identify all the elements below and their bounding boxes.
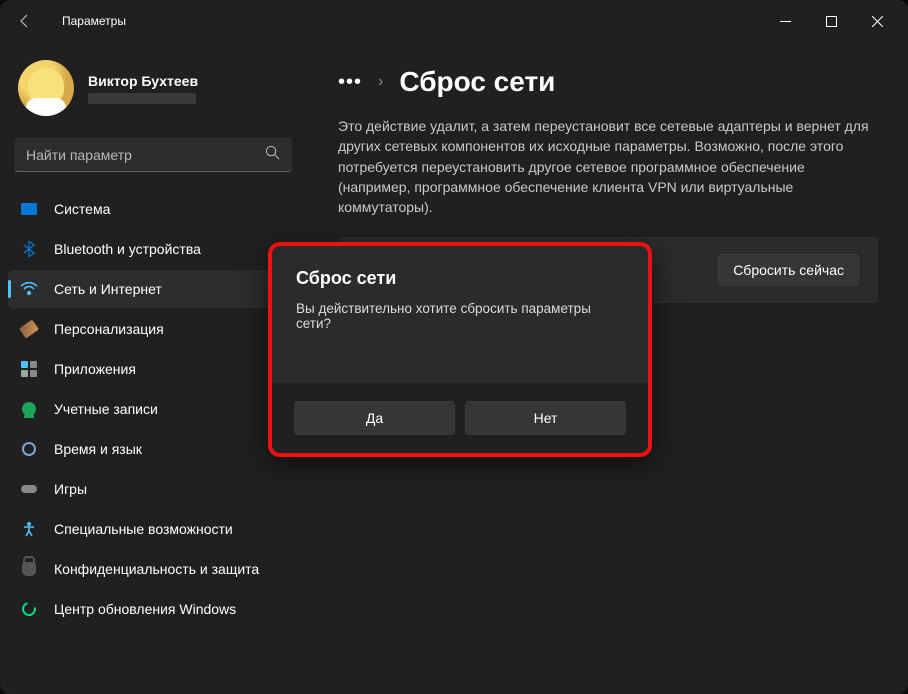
sidebar-item-bluetooth[interactable]: Bluetooth и устройства — [8, 230, 298, 268]
maximize-button[interactable] — [808, 4, 854, 38]
sidebar-item-label: Центр обновления Windows — [54, 601, 236, 617]
sidebar-item-label: Bluetooth и устройства — [54, 241, 201, 257]
sidebar-item-privacy[interactable]: Конфиденциальность и защита — [8, 550, 298, 588]
nav-list: Система Bluetooth и устройства Сеть и Ин… — [8, 190, 298, 628]
wifi-icon — [20, 280, 38, 298]
sidebar-item-label: Время и язык — [54, 441, 142, 457]
sidebar-item-time-language[interactable]: Время и язык — [8, 430, 298, 468]
search-box[interactable] — [14, 138, 292, 172]
sidebar-item-label: Персонализация — [54, 321, 164, 337]
window-title: Параметры — [62, 14, 126, 28]
sidebar-item-personalization[interactable]: Персонализация — [8, 310, 298, 348]
titlebar: Параметры — [0, 0, 908, 42]
sidebar-item-windows-update[interactable]: Центр обновления Windows — [8, 590, 298, 628]
page-description: Это действие удалит, а затем переустанов… — [338, 116, 878, 217]
brush-icon — [20, 320, 38, 338]
user-email — [88, 93, 196, 104]
bluetooth-icon — [20, 240, 38, 258]
accessibility-icon — [20, 520, 38, 538]
sidebar-item-label: Сеть и Интернет — [54, 281, 162, 297]
dialog-message: Вы действительно хотите сбросить парамет… — [296, 301, 624, 331]
dialog-no-button[interactable]: Нет — [465, 401, 626, 435]
sidebar: Виктор Бухтеев Система — [0, 42, 302, 694]
user-name: Виктор Бухтеев — [88, 73, 198, 89]
confirm-dialog: Сброс сети Вы действительно хотите сброс… — [268, 242, 652, 457]
sidebar-item-apps[interactable]: Приложения — [8, 350, 298, 388]
sidebar-item-accounts[interactable]: Учетные записи — [8, 390, 298, 428]
search-icon — [265, 145, 280, 165]
user-block[interactable]: Виктор Бухтеев — [8, 52, 298, 128]
system-icon — [20, 200, 38, 218]
accounts-icon — [20, 400, 38, 418]
sidebar-item-network[interactable]: Сеть и Интернет — [8, 270, 298, 308]
sidebar-item-label: Игры — [54, 481, 87, 497]
window-controls — [762, 4, 900, 38]
breadcrumb-ellipsis[interactable]: ••• — [338, 71, 362, 94]
sidebar-item-label: Конфиденциальность и защита — [54, 561, 259, 577]
clock-icon — [20, 440, 38, 458]
sidebar-item-gaming[interactable]: Игры — [8, 470, 298, 508]
reset-now-button[interactable]: Сбросить сейчас — [718, 254, 859, 286]
back-button[interactable] — [8, 4, 42, 38]
settings-window: Параметры Виктор Бухтеев — [0, 0, 908, 694]
close-button[interactable] — [854, 4, 900, 38]
breadcrumb: ••• › Сброс сети — [338, 66, 878, 98]
apps-icon — [20, 360, 38, 378]
sidebar-item-label: Система — [54, 201, 110, 217]
sidebar-item-system[interactable]: Система — [8, 190, 298, 228]
dialog-yes-button[interactable]: Да — [294, 401, 455, 435]
dialog-title: Сброс сети — [296, 268, 624, 289]
update-icon — [20, 600, 38, 618]
sidebar-item-label: Специальные возможности — [54, 521, 233, 537]
gamepad-icon — [20, 480, 38, 498]
shield-icon — [20, 560, 38, 578]
sidebar-item-label: Приложения — [54, 361, 136, 377]
sidebar-item-label: Учетные записи — [54, 401, 158, 417]
avatar — [18, 60, 74, 116]
chevron-right-icon: › — [378, 73, 383, 91]
sidebar-item-accessibility[interactable]: Специальные возможности — [8, 510, 298, 548]
search-input[interactable] — [26, 147, 265, 163]
minimize-button[interactable] — [762, 4, 808, 38]
page-title: Сброс сети — [399, 66, 555, 98]
